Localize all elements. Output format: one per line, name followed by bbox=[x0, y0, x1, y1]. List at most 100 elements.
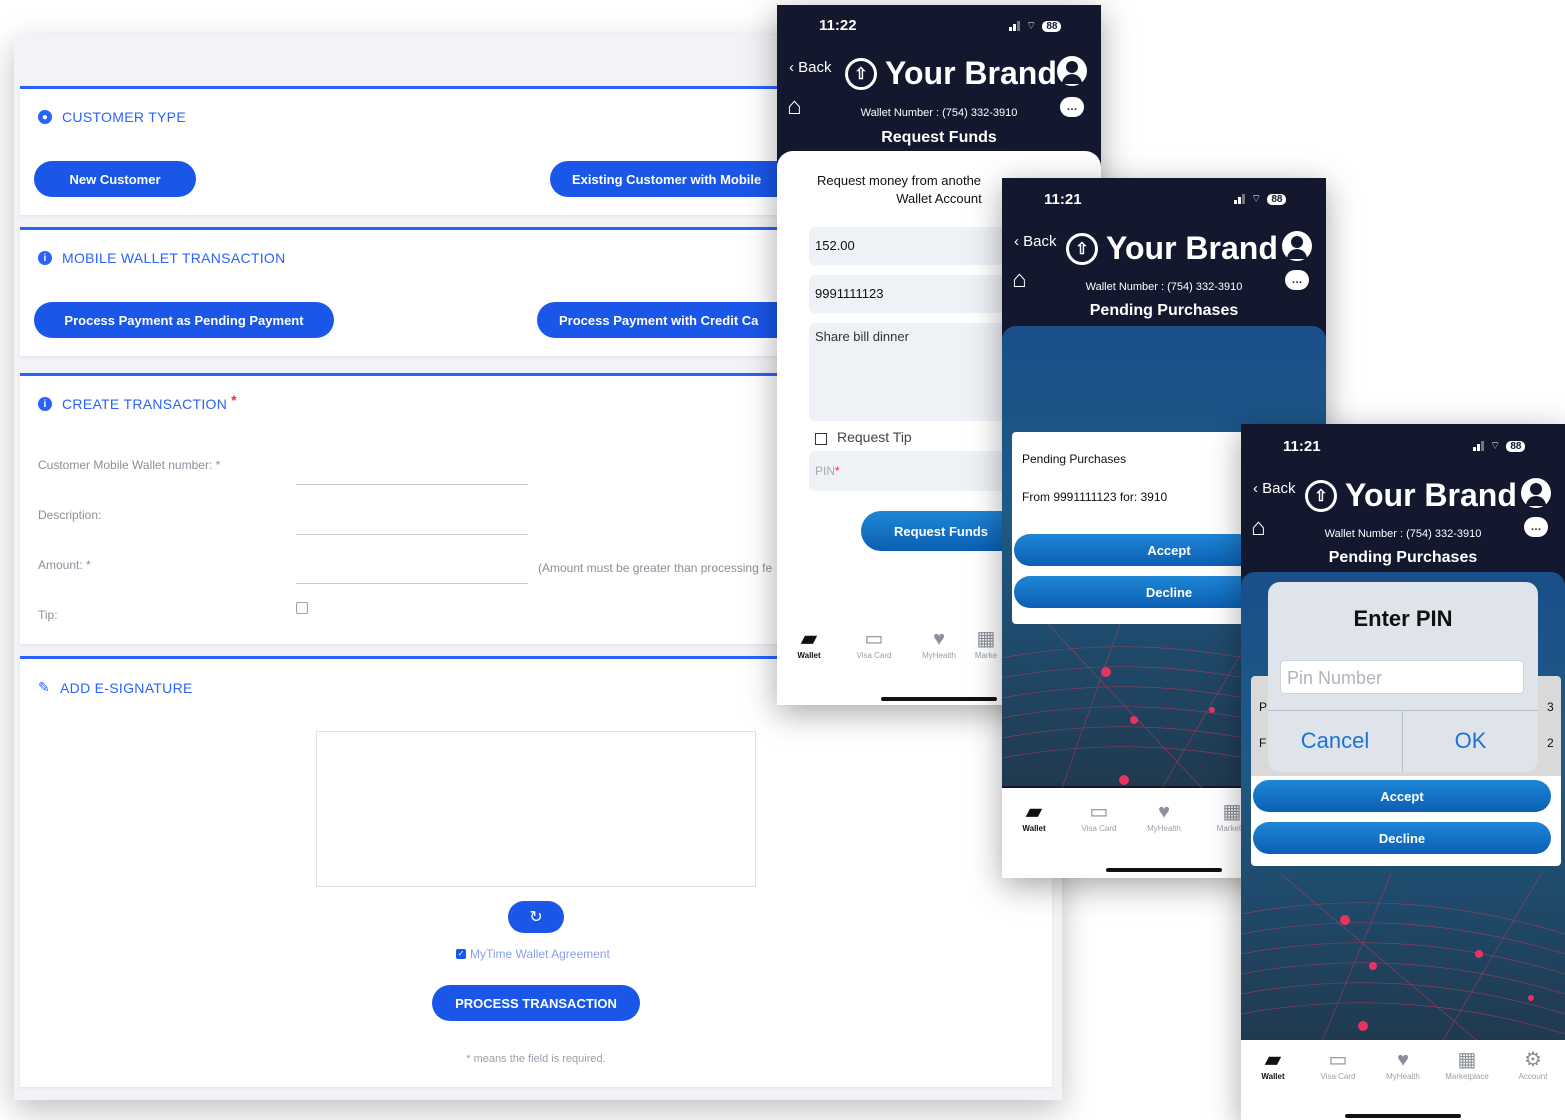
tab-marketplace[interactable]: ▦ Marke bbox=[971, 627, 1001, 660]
agreement-checkbox[interactable]: ✓ bbox=[456, 949, 466, 959]
tab-myhealth[interactable]: ♥ MyHealth bbox=[909, 627, 969, 660]
wifi-icon: ⌔ bbox=[1490, 440, 1501, 452]
chevron-left-icon: ‹ bbox=[1014, 233, 1019, 250]
network-pattern bbox=[1241, 874, 1565, 1044]
required-mark: * bbox=[231, 392, 237, 408]
back-button[interactable]: ‹ Back bbox=[1014, 233, 1057, 250]
ok-button[interactable]: OK bbox=[1403, 710, 1538, 772]
page-title: Request Funds bbox=[881, 129, 997, 146]
tab-visa-card[interactable]: ▭ Visa Card bbox=[1069, 800, 1129, 833]
info-icon: i bbox=[38, 251, 52, 265]
tab-wallet[interactable]: ▰ Wallet bbox=[1004, 800, 1064, 833]
brand-logo-icon: ⇧ bbox=[1066, 232, 1098, 265]
store-icon: ▦ bbox=[976, 628, 996, 650]
home-indicator bbox=[881, 697, 997, 701]
status-icons: ⌔ 88 bbox=[1473, 439, 1526, 453]
tab-myhealth[interactable]: ♥ MyHealth bbox=[1134, 800, 1194, 833]
chevron-left-icon: ‹ bbox=[1253, 480, 1258, 497]
status-time: 11:22 bbox=[819, 17, 857, 34]
wallet-number-input[interactable] bbox=[296, 484, 528, 485]
heart-icon: ♥ bbox=[933, 628, 945, 650]
brand-logo: ⇧ Your Brand bbox=[1305, 477, 1517, 514]
accept-button[interactable]: Accept bbox=[1253, 780, 1551, 812]
home-indicator bbox=[1345, 1114, 1461, 1118]
amount-label: Amount: * bbox=[38, 558, 91, 572]
required-footnote: * means the field is required. bbox=[466, 1053, 606, 1065]
description-input[interactable] bbox=[296, 534, 528, 535]
tip-checkbox[interactable] bbox=[296, 602, 308, 614]
back-button[interactable]: ‹ Back bbox=[1253, 480, 1296, 497]
back-button[interactable]: ‹ Back bbox=[789, 59, 832, 76]
status-time: 11:21 bbox=[1044, 191, 1082, 208]
battery-icon: 88 bbox=[1042, 20, 1062, 32]
tab-visa-card[interactable]: ▭ Visa Card bbox=[1308, 1048, 1368, 1081]
agreement-row: ✓ MyTime Wallet Agreement bbox=[456, 947, 610, 961]
globe-icon: ● bbox=[38, 110, 52, 124]
status-icons: ⌔ 88 bbox=[1009, 19, 1062, 33]
refresh-signature-button[interactable]: ↻ bbox=[508, 901, 564, 933]
existing-customer-button[interactable]: Existing Customer with Mobile bbox=[550, 161, 790, 197]
brand-logo: ⇧ Your Brand bbox=[1066, 230, 1278, 267]
credit-card-icon: ▭ bbox=[1328, 1049, 1348, 1071]
chevron-left-icon: ‹ bbox=[789, 59, 794, 76]
tab-wallet[interactable]: ▰ Wallet bbox=[1243, 1048, 1303, 1081]
customer-type-title: ● CUSTOMER TYPE bbox=[38, 109, 186, 125]
agreement-link[interactable]: MyTime Wallet Agreement bbox=[470, 947, 610, 961]
card-purchase-line: From 9991111123 for: 3910 bbox=[1022, 490, 1168, 504]
store-icon: ▦ bbox=[1457, 1049, 1477, 1071]
heart-icon: ♥ bbox=[1158, 801, 1170, 823]
wallet-number-label: Customer Mobile Wallet number: * bbox=[38, 458, 221, 472]
card-title: Pending Purchases bbox=[1022, 452, 1127, 466]
wallet-icon: ▰ bbox=[1026, 801, 1042, 823]
pin-input[interactable]: Pin Number bbox=[1280, 660, 1524, 694]
phone-enter-pin: 11:21 ⌔ 88 ‹ Back ⇧ Your Brand ⌂ … Walle… bbox=[1241, 424, 1565, 1120]
amount-hint: (Amount must be greater than processing … bbox=[538, 561, 773, 575]
pencil-icon: ✎ bbox=[38, 679, 51, 695]
account-avatar-icon[interactable] bbox=[1521, 478, 1551, 508]
refresh-icon: ↻ bbox=[529, 909, 543, 926]
tab-account[interactable]: ⚙ Account bbox=[1503, 1048, 1563, 1081]
wallet-number: Wallet Number : (754) 332-3910 bbox=[1085, 281, 1243, 293]
intro-text-1: Request money from anothe bbox=[817, 173, 982, 188]
process-transaction-button[interactable]: PROCESS TRANSACTION bbox=[432, 985, 640, 1021]
pending-payment-button[interactable]: Process Payment as Pending Payment bbox=[34, 302, 334, 338]
wallet-icon: ▰ bbox=[801, 628, 817, 650]
tip-label: Tip: bbox=[38, 608, 58, 622]
battery-icon: 88 bbox=[1267, 193, 1287, 205]
account-avatar-icon[interactable] bbox=[1057, 56, 1087, 86]
account-avatar-icon[interactable] bbox=[1282, 231, 1312, 261]
request-funds-button[interactable]: Request Funds bbox=[861, 511, 1021, 551]
brand-logo: ⇧ Your Brand bbox=[845, 55, 1057, 92]
wallet-number: Wallet Number : (754) 332-3910 bbox=[1324, 528, 1482, 540]
amount-input[interactable] bbox=[296, 583, 528, 584]
signal-icon bbox=[1234, 194, 1245, 204]
credit-card-payment-button[interactable]: Process Payment with Credit Ca bbox=[537, 302, 790, 338]
gear-icon: ⚙ bbox=[1524, 1049, 1542, 1071]
brand-logo-icon: ⇧ bbox=[1305, 479, 1337, 512]
esignature-title: ✎ ADD E-SIGNATURE bbox=[38, 679, 193, 696]
tab-visa-card[interactable]: ▭ Visa Card bbox=[844, 627, 904, 660]
description-label: Description: bbox=[38, 508, 102, 522]
battery-icon: 88 bbox=[1506, 440, 1526, 452]
wifi-icon: ⌔ bbox=[1251, 193, 1262, 205]
brand-logo-icon: ⇧ bbox=[845, 57, 877, 90]
new-customer-button[interactable]: New Customer bbox=[34, 161, 196, 197]
enter-pin-dialog: Enter PIN Pin Number Cancel OK bbox=[1268, 582, 1538, 772]
info-icon: i bbox=[38, 397, 52, 411]
request-tip-checkbox[interactable] bbox=[815, 433, 827, 445]
create-transaction-title: i CREATE TRANSACTION * bbox=[38, 392, 237, 412]
tab-marketplace[interactable]: ▦ Marketplace bbox=[1437, 1048, 1497, 1081]
signature-pad[interactable] bbox=[316, 731, 756, 887]
tab-myhealth[interactable]: ♥ MyHealth bbox=[1373, 1048, 1433, 1081]
decline-button[interactable]: Decline bbox=[1253, 822, 1551, 854]
signal-icon bbox=[1009, 21, 1020, 31]
signal-icon bbox=[1473, 441, 1484, 451]
status-time: 11:21 bbox=[1283, 438, 1321, 455]
dialog-title: Enter PIN bbox=[1353, 606, 1453, 631]
cancel-button[interactable]: Cancel bbox=[1268, 710, 1402, 772]
tab-wallet[interactable]: ▰ Wallet bbox=[779, 627, 839, 660]
esignature-card: ✎ ADD E-SIGNATURE ↻ ✓ MyTime Wallet Agre… bbox=[20, 656, 1052, 1087]
home-indicator bbox=[1106, 868, 1222, 872]
credit-card-icon: ▭ bbox=[1089, 801, 1109, 823]
credit-card-icon: ▭ bbox=[864, 628, 884, 650]
